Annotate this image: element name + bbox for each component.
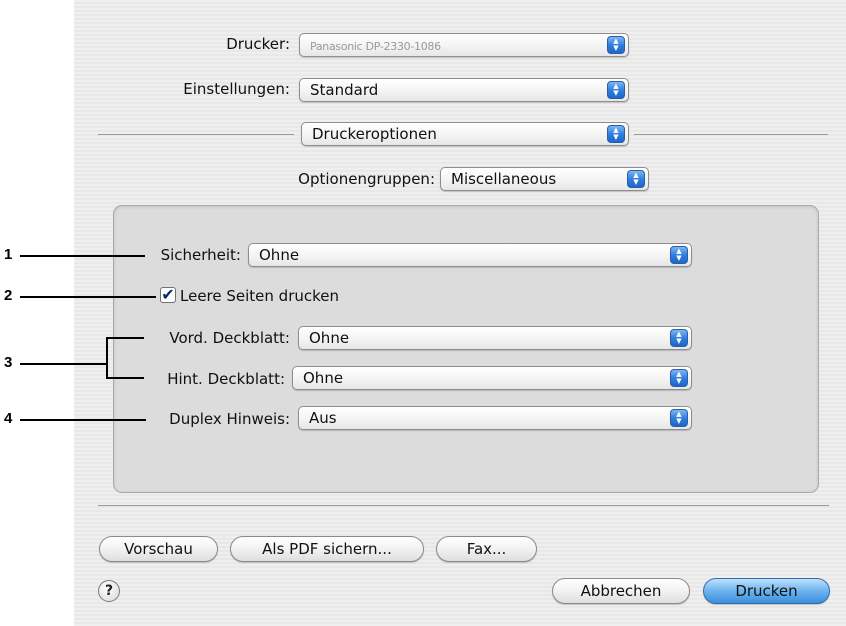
callout-line [20, 419, 146, 421]
front-cover-value: Ohne [309, 329, 350, 347]
printer-name: Panasonic DP-2330-1086 [310, 40, 441, 53]
callout-line [20, 255, 145, 257]
save-pdf-button[interactable]: Als PDF sichern... [230, 536, 424, 562]
cancel-button[interactable]: Abbrechen [552, 578, 690, 604]
preview-button[interactable]: Vorschau [99, 536, 218, 562]
option-groups-value: Miscellaneous [451, 170, 557, 188]
settings-popup[interactable]: Standard ▲ ▼ [299, 78, 629, 102]
security-label: Sicherheit: [160, 246, 241, 264]
panel-popup[interactable]: Druckeroptionen ▲ ▼ [301, 122, 629, 146]
separator-left [98, 134, 294, 135]
popup-arrows-icon: ▲ ▼ [607, 81, 625, 99]
callout-bracket [106, 377, 144, 379]
popup-arrows-icon: ▲ ▼ [627, 170, 645, 188]
callout-line [20, 296, 156, 298]
callout-number: 2 [4, 287, 13, 304]
blank-pages-checkbox[interactable]: ✔ [160, 287, 176, 303]
callout-line [20, 363, 106, 365]
popup-arrows-icon: ▲ ▼ [670, 369, 688, 387]
separator-right [634, 134, 828, 135]
front-cover-popup[interactable]: Ohne ▲ ▼ [298, 326, 692, 350]
help-icon[interactable]: ? [98, 580, 120, 602]
popup-arrows-icon: ▲ ▼ [607, 36, 625, 54]
back-cover-label: Hint. Deckblatt: [167, 370, 285, 388]
popup-arrows-icon: ▲ ▼ [670, 409, 688, 427]
printer-label: Drucker: [226, 35, 290, 53]
duplex-notice-label: Duplex Hinweis: [169, 410, 290, 428]
security-value: Ohne [259, 246, 300, 264]
callout-bracket [106, 337, 108, 379]
printer-popup[interactable]: Panasonic DP-2330-1086 ▲ ▼ [299, 33, 629, 57]
settings-value: Standard [310, 81, 379, 99]
popup-arrows-icon: ▲ ▼ [607, 125, 625, 143]
panel-value: Druckeroptionen [312, 125, 437, 143]
fax-button[interactable]: Fax... [436, 536, 537, 562]
option-groups-popup[interactable]: Miscellaneous ▲ ▼ [440, 167, 649, 191]
security-popup[interactable]: Ohne ▲ ▼ [248, 243, 692, 267]
option-groups-label: Optionengruppen: [298, 170, 435, 188]
bottom-separator [98, 505, 829, 506]
popup-arrows-icon: ▲ ▼ [670, 246, 688, 264]
callout-number: 1 [4, 246, 13, 263]
callout-number: 3 [4, 354, 13, 371]
duplex-notice-value: Aus [309, 409, 337, 427]
callout-number: 4 [4, 410, 13, 427]
blank-pages-label: Leere Seiten drucken [180, 287, 340, 305]
print-button[interactable]: Drucken [703, 578, 830, 604]
callout-bracket [106, 337, 144, 339]
duplex-notice-popup[interactable]: Aus ▲ ▼ [298, 406, 692, 430]
front-cover-label: Vord. Deckblatt: [169, 329, 290, 347]
back-cover-popup[interactable]: Ohne ▲ ▼ [292, 366, 692, 390]
popup-arrows-icon: ▲ ▼ [670, 329, 688, 347]
back-cover-value: Ohne [303, 369, 344, 387]
settings-label: Einstellungen: [183, 80, 290, 98]
